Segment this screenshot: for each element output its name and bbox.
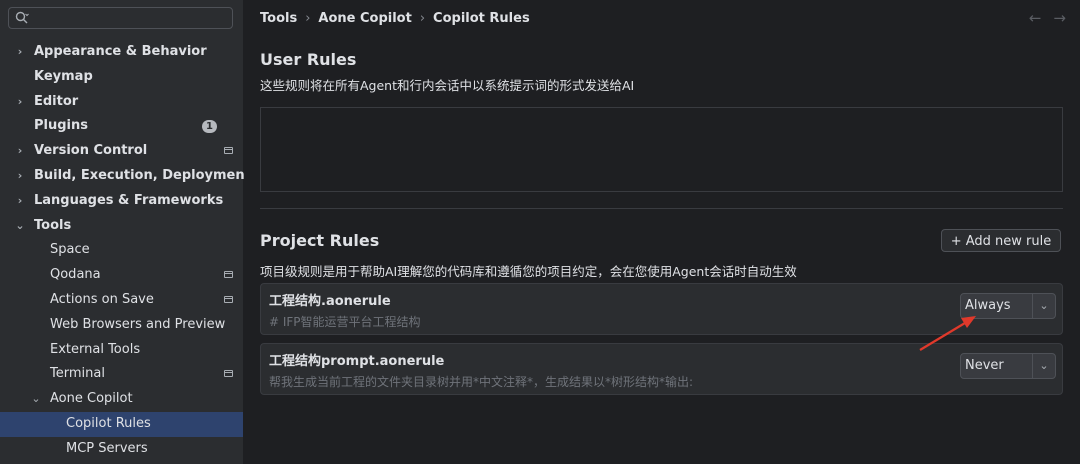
- breadcrumb-item-aone-copilot[interactable]: Aone Copilot: [318, 11, 411, 26]
- sidebar-item[interactable]: › Build, Execution, Deployment: [0, 164, 251, 189]
- chevron-right-icon[interactable]: ›: [14, 164, 26, 189]
- search-input[interactable]: [37, 10, 227, 26]
- sidebar-item-label: External Tools: [50, 341, 141, 357]
- sidebar-item[interactable]: › Languages & Frameworks: [0, 189, 243, 214]
- chevron-right-icon[interactable]: ›: [14, 189, 26, 214]
- sidebar-item[interactable]: Web Browsers and Preview: [0, 313, 243, 338]
- sidebar-item-label: Copilot Rules: [66, 415, 151, 431]
- search-icon: [15, 11, 29, 24]
- user-rules-title: User Rules: [260, 50, 357, 69]
- sidebar-item-label: Aone Copilot: [50, 391, 133, 407]
- sidebar-item-label: Web Browsers and Preview: [50, 316, 226, 332]
- sidebar-item-label: Actions on Save: [50, 291, 154, 307]
- sidebar-item[interactable]: ⌄ Aone Copilot: [0, 387, 243, 412]
- history-nav: ← →: [1017, 9, 1066, 27]
- settings-content: Tools › Aone Copilot › Copilot Rules ← → User…: [244, 0, 1080, 464]
- rule-mode-select[interactable]: Never ⌄: [960, 353, 1056, 379]
- update-count-badge: 1: [202, 120, 217, 134]
- project-level-icon: [224, 370, 233, 378]
- chevron-right-icon[interactable]: ›: [14, 90, 26, 115]
- sidebar-item-label: Build, Execution, Deployment: [34, 167, 251, 183]
- rule-name[interactable]: 工程结构.aonerule: [269, 290, 391, 309]
- project-rules-title: Project Rules: [260, 231, 380, 250]
- breadcrumb: Tools › Aone Copilot › Copilot Rules: [260, 11, 530, 26]
- chevron-right-icon[interactable]: ›: [14, 40, 26, 65]
- sidebar-item-label: Terminal: [50, 366, 105, 382]
- sidebar-item-label: Tools: [34, 217, 72, 233]
- sidebar-item-label: Space: [50, 242, 90, 258]
- settings-tree: › Appearance & Behavior Keymap › Editor Plugi…: [0, 40, 251, 462]
- back-arrow-icon[interactable]: ←: [1029, 9, 1042, 27]
- project-rules-description: 项目级规则是用于帮助AI理解您的代码库和遵循您的项目约定，会在您使用Agent会…: [260, 264, 797, 279]
- annotation-arrow-icon: [919, 316, 976, 351]
- sidebar-item[interactable]: Keymap: [0, 65, 243, 90]
- sidebar-item-label: Version Control: [34, 143, 148, 159]
- rule-description: # IFP智能运营平台工程结构: [269, 315, 421, 329]
- project-level-icon: [224, 271, 233, 279]
- chevron-down-icon: ⌄: [1032, 294, 1055, 318]
- sidebar-item[interactable]: Terminal: [0, 362, 243, 387]
- sidebar-item[interactable]: Actions on Save: [0, 288, 243, 313]
- sidebar-item-label: Editor: [34, 93, 79, 109]
- sidebar-item-label: Appearance & Behavior: [34, 44, 207, 59]
- breadcrumb-item-tools[interactable]: Tools: [260, 11, 297, 26]
- rule-mode-value: Never: [965, 358, 1004, 373]
- sidebar-item-label: MCP Servers: [66, 440, 148, 456]
- user-rules-description: 这些规则将在所有Agent和行内会话中以系统提示词的形式发送给AI: [260, 78, 635, 93]
- chevron-right-icon[interactable]: ›: [14, 139, 26, 164]
- sidebar-item[interactable]: › Editor: [0, 90, 243, 115]
- chevron-down-icon: ⌄: [1032, 354, 1055, 378]
- sidebar-item[interactable]: › Appearance & Behavior: [0, 40, 243, 65]
- sidebar-item[interactable]: ⌄ Tools: [0, 214, 243, 239]
- project-level-icon: [224, 295, 233, 303]
- sidebar-item[interactable]: External Tools: [0, 338, 243, 363]
- sidebar-item[interactable]: Qodana: [0, 263, 243, 288]
- section-divider: [260, 208, 1063, 209]
- chevron-down-icon[interactable]: ⌄: [30, 387, 42, 412]
- sidebar-item[interactable]: Plugins 1: [0, 114, 243, 139]
- rule-name[interactable]: 工程结构prompt.aonerule: [269, 350, 444, 369]
- sidebar-item[interactable]: › Version Control: [0, 139, 243, 164]
- search-box[interactable]: [8, 7, 233, 29]
- sidebar-item[interactable]: Copilot Rules: [0, 411, 243, 437]
- sidebar-item[interactable]: MCP Servers: [0, 437, 243, 462]
- sidebar-item[interactable]: Space: [0, 238, 243, 263]
- add-new-rule-button[interactable]: + Add new rule: [941, 229, 1061, 252]
- sidebar-item-label: Qodana: [50, 267, 101, 283]
- user-rules-editor[interactable]: [260, 107, 1063, 192]
- chevron-down-icon[interactable]: ⌄: [14, 214, 26, 239]
- breadcrumb-item-copilot-rules: Copilot Rules: [433, 11, 530, 26]
- rule-description: 帮我生成当前工程的文件夹目录树并用*中文注释*，生成结果以*树形结构*输出:: [269, 375, 694, 389]
- sidebar-item-label: Keymap: [34, 68, 93, 84]
- forward-arrow-icon[interactable]: →: [1053, 9, 1066, 27]
- project-level-icon: [224, 147, 233, 155]
- sidebar-item-label: Plugins: [34, 118, 88, 134]
- sidebar-item-label: Languages & Frameworks: [34, 192, 224, 208]
- settings-sidebar: › Appearance & Behavior Keymap › Editor Plugi…: [0, 0, 251, 464]
